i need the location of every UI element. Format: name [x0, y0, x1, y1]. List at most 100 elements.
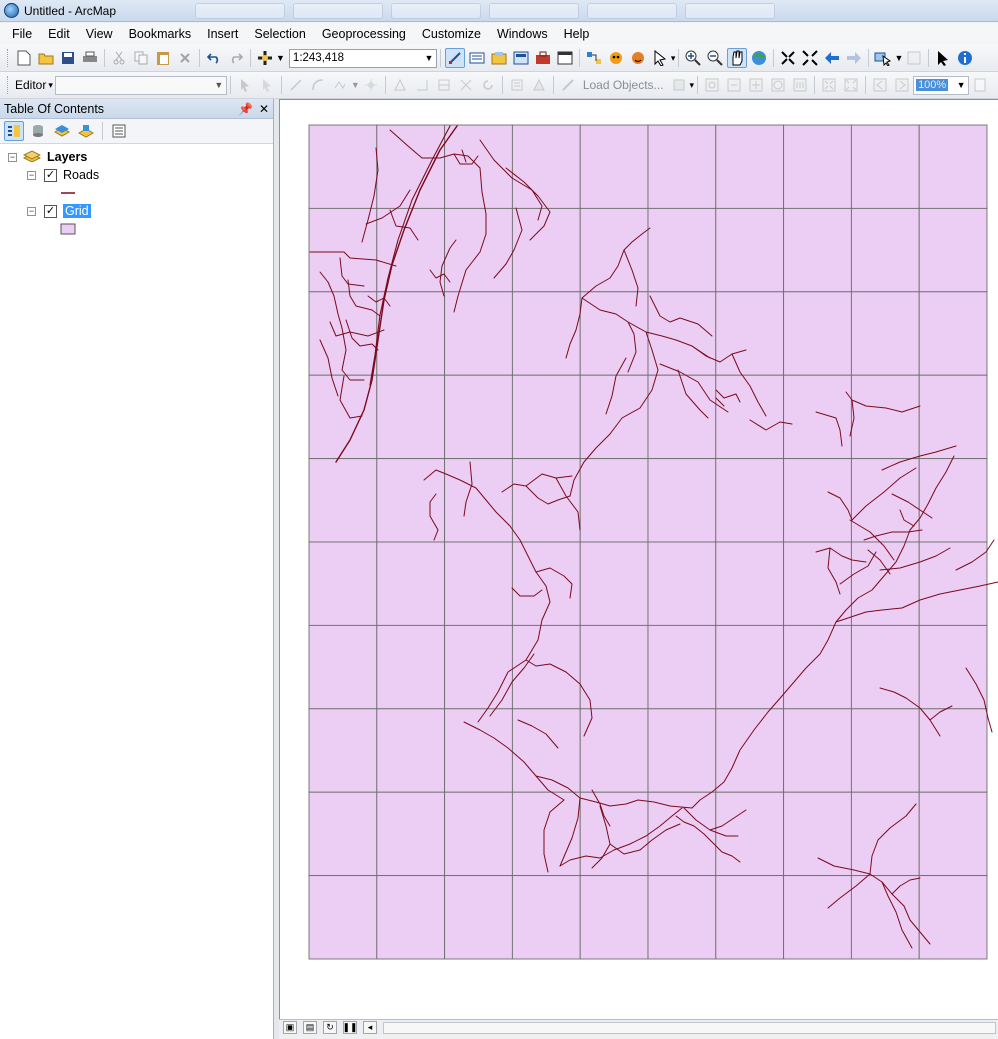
- pan-icon[interactable]: [727, 48, 748, 68]
- menu-customize[interactable]: Customize: [414, 23, 489, 45]
- toolbar-overflow-arrow[interactable]: ▾: [671, 53, 676, 64]
- select-elements-icon[interactable]: [650, 48, 670, 68]
- identify-icon[interactable]: [955, 48, 975, 68]
- rotate-tool-icon[interactable]: [478, 75, 498, 95]
- menu-windows[interactable]: Windows: [489, 23, 556, 45]
- menu-file[interactable]: File: [4, 23, 40, 45]
- grid-polygon-symbol[interactable]: [60, 223, 76, 235]
- fixed-zoom-in-icon[interactable]: [778, 48, 798, 68]
- delete-icon[interactable]: [175, 48, 195, 68]
- list-by-source-icon[interactable]: [28, 121, 48, 141]
- zoom-100-percent-icon[interactable]: [790, 75, 810, 95]
- collapse-icon[interactable]: −: [8, 152, 17, 162]
- go-forward-icon[interactable]: [844, 48, 864, 68]
- copy-icon[interactable]: [131, 48, 151, 68]
- zoom-whole-page-icon[interactable]: [768, 75, 788, 95]
- add-data-dropdown-arrow[interactable]: ▼: [276, 53, 285, 63]
- editor-menu-dropdown-arrow[interactable]: ▾: [48, 80, 53, 91]
- print-icon[interactable]: [80, 48, 100, 68]
- table-of-contents-icon[interactable]: [467, 48, 487, 68]
- edit-annotation-icon[interactable]: [257, 75, 277, 95]
- zoom-out-icon[interactable]: [705, 48, 725, 68]
- road-line-symbol[interactable]: [60, 190, 76, 196]
- select-features-icon[interactable]: [873, 48, 893, 68]
- toggle-draft-mode-icon[interactable]: [970, 75, 990, 95]
- refresh-icon[interactable]: ↻: [323, 1021, 337, 1034]
- map-canvas[interactable]: [280, 100, 998, 1020]
- chevron-down-icon[interactable]: ▼: [212, 80, 226, 90]
- list-by-drawing-order-icon[interactable]: [4, 121, 24, 141]
- layers-data-frame-row[interactable]: − Layers: [0, 148, 273, 166]
- fixed-zoom-in-layout-icon[interactable]: [819, 75, 839, 95]
- menu-geoprocessing[interactable]: Geoprocessing: [314, 23, 414, 45]
- layer-row-grid[interactable]: − ✓ Grid: [0, 202, 273, 220]
- go-back-icon[interactable]: [822, 48, 842, 68]
- sketch-properties-icon[interactable]: [529, 75, 549, 95]
- menu-bookmarks[interactable]: Bookmarks: [121, 23, 200, 45]
- go-forward-extent-layout-icon[interactable]: [892, 75, 912, 95]
- toolbar-grip[interactable]: [7, 49, 10, 67]
- edit-vertices-icon[interactable]: [390, 75, 410, 95]
- data-frame-label[interactable]: Layers: [47, 150, 87, 164]
- pause-drawing-icon[interactable]: ❚❚: [342, 1021, 358, 1034]
- options-icon[interactable]: [109, 121, 129, 141]
- chevron-down-icon[interactable]: ▼: [422, 53, 436, 63]
- layer-visibility-checkbox-roads[interactable]: ✓: [44, 168, 57, 182]
- attributes-icon[interactable]: [507, 75, 527, 95]
- edit-target-dropdown[interactable]: ▼: [54, 75, 227, 95]
- construction-tools-dropdown-arrow[interactable]: ▼: [351, 80, 360, 90]
- save-icon[interactable]: [58, 48, 78, 68]
- scroll-left-icon[interactable]: ◂: [363, 1021, 377, 1034]
- undo-icon[interactable]: [204, 48, 224, 68]
- collapse-icon[interactable]: −: [27, 206, 36, 216]
- fixed-zoom-out-icon[interactable]: [800, 48, 820, 68]
- model-builder-icon[interactable]: [584, 48, 604, 68]
- data-view-icon[interactable]: ▣: [283, 1021, 297, 1034]
- layer-name-roads[interactable]: Roads: [63, 168, 99, 182]
- clear-selection-icon[interactable]: [904, 48, 924, 68]
- pan-layout-icon[interactable]: [746, 75, 766, 95]
- split-tool-icon[interactable]: [456, 75, 476, 95]
- layer-row-roads[interactable]: − ✓ Roads: [0, 166, 273, 184]
- layout-view-icon[interactable]: ▤: [303, 1021, 317, 1034]
- menu-selection[interactable]: Selection: [246, 23, 313, 45]
- catalog-window-icon[interactable]: [489, 48, 509, 68]
- edit-tool-icon[interactable]: [235, 75, 255, 95]
- close-icon[interactable]: ✕: [259, 102, 269, 116]
- python-window-icon[interactable]: [555, 48, 575, 68]
- zoom-in-layout-icon[interactable]: [702, 75, 722, 95]
- map-view[interactable]: [279, 99, 998, 1021]
- layer-visibility-checkbox-grid[interactable]: ✓: [44, 204, 57, 218]
- cut-icon[interactable]: [109, 48, 129, 68]
- list-by-selection-icon[interactable]: [76, 121, 96, 141]
- chevron-down-icon[interactable]: ▼: [954, 80, 968, 90]
- arc-segment-icon[interactable]: [308, 75, 328, 95]
- map-scale-combobox[interactable]: 1:243,418 ▼: [288, 48, 437, 68]
- new-document-icon[interactable]: [14, 48, 34, 68]
- list-by-visibility-icon[interactable]: [52, 121, 72, 141]
- add-data-icon[interactable]: [255, 48, 275, 68]
- paste-icon[interactable]: [153, 48, 173, 68]
- straight-segment-icon[interactable]: [286, 75, 306, 95]
- arcmap-help-icon[interactable]: [606, 48, 626, 68]
- zoom-in-icon[interactable]: [683, 48, 703, 68]
- load-objects-icon[interactable]: [558, 75, 578, 95]
- horizontal-scrollbar[interactable]: [383, 1021, 996, 1034]
- open-folder-icon[interactable]: [36, 48, 56, 68]
- go-back-extent-layout-icon[interactable]: [870, 75, 890, 95]
- arctoolbox-icon[interactable]: [533, 48, 553, 68]
- select-features-dropdown-arrow[interactable]: ▼: [894, 53, 903, 63]
- collapse-icon[interactable]: −: [27, 170, 36, 180]
- menu-edit[interactable]: Edit: [40, 23, 78, 45]
- redo-icon[interactable]: [226, 48, 246, 68]
- full-extent-icon[interactable]: [749, 48, 769, 68]
- layout-zoom-combobox[interactable]: 100% ▼: [913, 75, 970, 95]
- point-tool-icon[interactable]: [361, 75, 381, 95]
- select-elements-pointer-icon[interactable]: [933, 48, 953, 68]
- search-window-icon[interactable]: [511, 48, 531, 68]
- cut-polygons-icon[interactable]: [434, 75, 454, 95]
- toolbar-grip[interactable]: [7, 76, 10, 94]
- pin-icon[interactable]: 📌: [238, 102, 253, 116]
- layer-name-grid[interactable]: Grid: [63, 204, 91, 218]
- menu-view[interactable]: View: [78, 23, 121, 45]
